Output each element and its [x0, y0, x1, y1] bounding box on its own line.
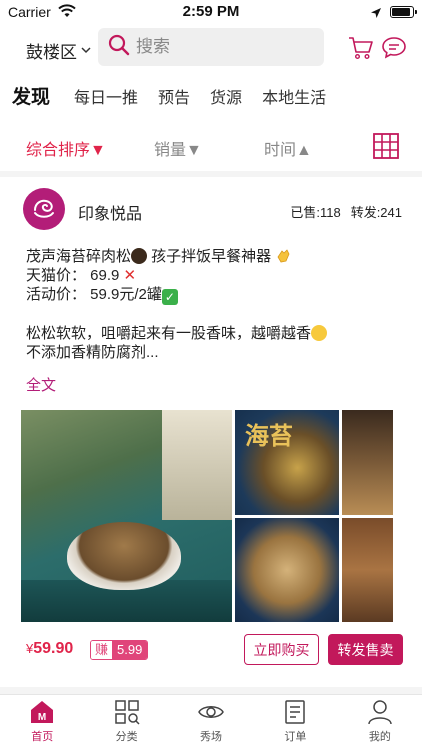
- post-text: 茂声海苔碎肉松 孩子拌饭早餐神器 天猫价： 69.9 ✕ 活动价： 59.9元/…: [26, 247, 406, 362]
- product-price: ¥59.90: [26, 640, 74, 657]
- check-mark-icon: ✓: [161, 289, 178, 305]
- category-tabs: 发现 每日一推 预告 货源 本地生活: [12, 82, 346, 110]
- clap-emoji-icon: [271, 248, 291, 265]
- earn-tag: 赚: [91, 641, 113, 659]
- tab-showroom-label: 秀场: [200, 731, 223, 743]
- shop-name[interactable]: 印象悦品: [78, 200, 142, 224]
- post-photos: 海苔: [21, 410, 393, 622]
- sort-comprehensive[interactable]: 综合排序▼: [26, 136, 106, 160]
- earn-badge: 赚 5.99: [90, 640, 149, 660]
- grid-view-icon[interactable]: [372, 132, 400, 160]
- eye-icon: [198, 706, 224, 718]
- tab-supply[interactable]: 货源: [210, 84, 242, 108]
- category-icon: [114, 700, 140, 725]
- location-arrow-icon: [370, 6, 382, 24]
- desc-line-2: 不添加香精防腐剂...: [26, 344, 159, 361]
- sold-count: 已售:118: [290, 205, 341, 220]
- photo-caption: 海苔: [245, 421, 293, 450]
- post-stats: 已售:118 转发:241: [290, 202, 402, 221]
- earn-amount: 5.99: [112, 641, 148, 659]
- section-divider: [0, 171, 422, 177]
- post-desc-1: 松松软软，咀嚼起来有一股香味，越嚼越香: [26, 325, 312, 342]
- tab-home-label: 首页: [31, 731, 54, 743]
- cross-mark-icon: ✕: [123, 267, 137, 284]
- full-text-link[interactable]: 全文: [26, 374, 56, 395]
- tab-showroom[interactable]: 秀场: [169, 695, 253, 750]
- tab-orders-label: 订单: [284, 731, 307, 743]
- tab-home[interactable]: M 首页: [0, 695, 84, 750]
- post-title-tail: 孩子拌饭早餐神器: [147, 248, 272, 265]
- yummy-face-emoji-icon: [311, 325, 328, 341]
- cart-icon[interactable]: [348, 36, 374, 65]
- tab-daily-pick[interactable]: 每日一推: [74, 84, 138, 108]
- svg-text:M: M: [38, 712, 46, 723]
- search-icon: [108, 34, 130, 61]
- desc-line-1: 松松软软，咀嚼起来有一股香味，越嚼越香: [26, 324, 406, 343]
- search-input[interactable]: [136, 37, 316, 57]
- tab-profile-label: 我的: [368, 731, 391, 743]
- status-clock: 2:59 PM: [182, 3, 240, 20]
- profile-icon: [368, 700, 392, 725]
- price-row: ¥59.90 赚 5.99 立即购买 转发售卖: [0, 634, 422, 666]
- tab-category[interactable]: 分类: [84, 695, 168, 750]
- battery-icon: [390, 6, 417, 18]
- tab-orders[interactable]: 订单: [253, 695, 337, 750]
- post-title: 茂声海苔碎肉松: [26, 248, 132, 265]
- sort-sales[interactable]: 销量▼: [154, 136, 202, 160]
- photo-3[interactable]: [342, 410, 393, 515]
- battery-fill: [392, 8, 410, 16]
- post-title-line: 茂声海苔碎肉松 孩子拌饭早餐神器: [26, 247, 406, 266]
- home-icon: M: [31, 701, 54, 723]
- sort-time[interactable]: 时间▲: [264, 136, 312, 160]
- tmall-price-line: 天猫价： 69.9 ✕: [26, 266, 406, 285]
- city-label: 鼓楼区: [26, 43, 77, 62]
- photo-4[interactable]: [235, 518, 339, 622]
- shop-logo-icon: [34, 199, 54, 218]
- sort-bar: 综合排序▼ 销量▼ 时间▲: [0, 124, 422, 168]
- resell-button[interactable]: 转发售卖: [328, 634, 403, 665]
- tmall-price: 天猫价： 69.9: [26, 267, 124, 284]
- share-count: 转发:241: [350, 205, 402, 220]
- order-icon: [285, 700, 306, 724]
- buy-now-button[interactable]: 立即购买: [244, 634, 319, 665]
- promo-price-line: 活动价： 59.9元/2罐 ✓: [26, 285, 406, 305]
- shop-avatar[interactable]: [23, 188, 65, 230]
- tab-profile[interactable]: 我的: [338, 695, 422, 750]
- bottom-tab-bar: M 首页 分类 秀场 订单 我的: [0, 694, 422, 750]
- photo-5[interactable]: [342, 518, 393, 622]
- photo-main[interactable]: [21, 410, 232, 622]
- status-bar: Carrier 2:59 PM: [0, 0, 422, 24]
- promo-price: 活动价： 59.9元/2罐: [26, 286, 162, 303]
- photo-2[interactable]: 海苔: [235, 410, 339, 515]
- tab-discover[interactable]: 发现: [12, 82, 50, 109]
- tab-local-life[interactable]: 本地生活: [262, 84, 326, 108]
- top-nav: 鼓楼区: [0, 28, 422, 68]
- rice-ball-emoji-icon: [131, 248, 148, 264]
- tab-preview[interactable]: 预告: [158, 84, 190, 108]
- city-selector[interactable]: 鼓楼区: [26, 38, 91, 63]
- tab-category-label: 分类: [115, 731, 138, 743]
- search-bar[interactable]: [98, 28, 324, 66]
- message-icon[interactable]: [381, 36, 407, 65]
- chevron-down-icon: [81, 45, 91, 57]
